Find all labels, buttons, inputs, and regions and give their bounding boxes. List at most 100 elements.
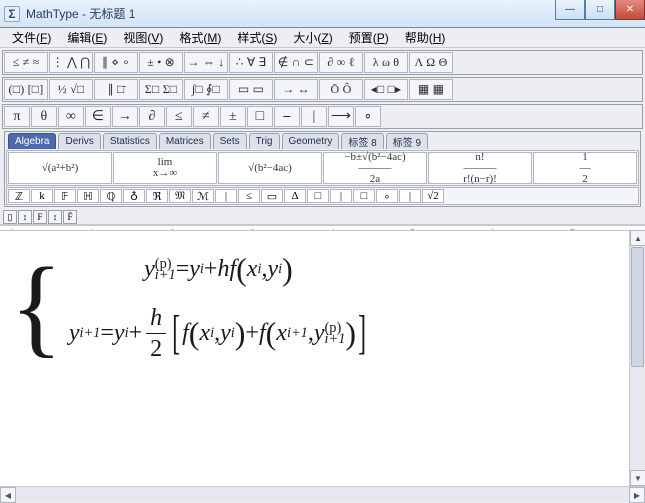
menu-样式[interactable]: 样式(S) <box>229 27 285 48</box>
mini-button[interactable]: ↕ <box>48 210 62 224</box>
small-symbol-button[interactable]: ℤ <box>8 189 30 203</box>
toolbar-button[interactable]: ∥ □̄ <box>94 79 138 100</box>
toolbar-button[interactable]: → ⇔ ↓ <box>184 52 228 73</box>
menu-格式[interactable]: 格式(M) <box>171 27 229 48</box>
close-button[interactable]: ✕ <box>615 0 645 20</box>
toolbar-button[interactable]: ∞ <box>58 106 84 127</box>
small-symbol-button[interactable]: ▭ <box>261 189 283 203</box>
toolbar-button[interactable]: → ↔ <box>274 79 318 100</box>
small-symbol-button[interactable]: ℜ <box>146 189 168 203</box>
small-symbol-button[interactable]: k <box>31 189 53 203</box>
preset-button[interactable]: −b±√(b²−4ac) ——— 2a <box>323 152 427 184</box>
menu-bar: 文件(F)编辑(E)视图(V)格式(M)样式(S)大小(Z)预置(P)帮助(H) <box>0 28 645 48</box>
tab-algebra[interactable]: Algebra <box>8 133 56 149</box>
minimize-button[interactable]: — <box>555 0 585 20</box>
toolbar-button[interactable]: ▭ ▭ <box>229 79 273 100</box>
toolbar-button[interactable]: ∴ ∀ ∃ <box>229 52 273 73</box>
toolbar-button[interactable]: ½ √□ <box>49 79 93 100</box>
small-symbol-button[interactable]: □ <box>307 189 329 203</box>
toolbar-button[interactable]: ≤ ≠ ≈ <box>4 52 48 73</box>
toolbar-button[interactable]: □ <box>247 106 273 127</box>
menu-帮助[interactable]: 帮助(H) <box>397 27 454 48</box>
toolbar-button[interactable]: ≤ <box>166 106 192 127</box>
menu-大小[interactable]: 大小(Z) <box>285 27 340 48</box>
scroll-down-button[interactable]: ▼ <box>630 470 645 486</box>
tab-标签 9[interactable]: 标签 9 <box>386 133 428 149</box>
toolbar-button[interactable]: ⎯ <box>274 106 300 127</box>
mini-toolbar: ▯↕F↕F̄ <box>0 209 645 225</box>
tab-标签 8[interactable]: 标签 8 <box>341 133 383 149</box>
small-symbol-button[interactable]: □ <box>353 189 375 203</box>
tab-sets[interactable]: Sets <box>213 133 247 149</box>
toolbar-button[interactable]: ∉ ∩ ⊂ <box>274 52 318 73</box>
toolbar-button[interactable]: ▦ ▦ <box>409 79 453 100</box>
mini-button[interactable]: ↕ <box>18 210 32 224</box>
toolbar-button[interactable]: ∈ <box>85 106 111 127</box>
menu-文件[interactable]: 文件(F) <box>4 27 59 48</box>
scroll-right-button[interactable]: ▶ <box>629 487 645 503</box>
horizontal-scrollbar[interactable]: ◀ ▶ <box>0 486 645 502</box>
toolbar-button[interactable]: ± • ⊗ <box>139 52 183 73</box>
toolbar-button[interactable]: (□) [□] <box>4 79 48 100</box>
menu-编辑[interactable]: 编辑(E) <box>59 27 115 48</box>
preset-button[interactable]: n! ——— r!(n−r)! <box>428 152 532 184</box>
tab-geometry[interactable]: Geometry <box>282 133 340 149</box>
menu-视图[interactable]: 视图(V) <box>115 27 171 48</box>
preset-button[interactable]: √(b²−4ac) <box>218 152 322 184</box>
equation-line-1[interactable]: y (p) i+1 = yi + h f ( xi , yi ) <box>69 251 368 288</box>
scroll-thumb[interactable] <box>631 247 644 367</box>
toolbar-button[interactable]: Σ□ Σ□ <box>139 79 183 100</box>
small-symbol-button[interactable]: 𝔽 <box>54 189 76 203</box>
tab-derivs[interactable]: Derivs <box>58 133 100 149</box>
toolbar-button[interactable]: → <box>112 106 138 127</box>
scroll-up-button[interactable]: ▲ <box>630 230 645 246</box>
small-symbol-button[interactable]: | <box>215 189 237 203</box>
small-symbol-button[interactable]: ℚ <box>100 189 122 203</box>
toolbar-button[interactable]: ∘ <box>355 106 381 127</box>
toolbar-button[interactable]: ⟶ <box>328 106 354 127</box>
small-symbol-button[interactable]: 𝔐 <box>169 189 191 203</box>
toolbar-button[interactable]: | <box>301 106 327 127</box>
mini-button[interactable]: F̄ <box>63 210 77 224</box>
title-bar: Σ MathType - 无标题 1 — □ ✕ <box>0 0 645 28</box>
toolbar-button[interactable]: θ <box>31 106 57 127</box>
template-toolbar: (□) [□]½ √□∥ □̄Σ□ Σ□∫□ ∮□▭ ▭→ ↔Ō Ô◂□ □▸▦… <box>2 77 643 102</box>
mini-button[interactable]: ▯ <box>3 210 17 224</box>
toolbar-button[interactable]: ∂ ∞ ℓ <box>319 52 363 73</box>
mini-button[interactable]: F <box>33 210 47 224</box>
small-symbol-button[interactable]: ♁ <box>123 189 145 203</box>
preset-button[interactable]: √(a²+b²) <box>8 152 112 184</box>
toolbar-button[interactable]: Ō Ô <box>319 79 363 100</box>
tab-trig[interactable]: Trig <box>249 133 280 149</box>
toolbar-button[interactable]: ∂ <box>139 106 165 127</box>
menu-预置[interactable]: 预置(P) <box>341 27 397 48</box>
vertical-scrollbar[interactable]: ▲ ▼ <box>629 230 645 486</box>
toolbar-button[interactable]: ⋮ ⋀ ⋂ <box>49 52 93 73</box>
toolbar-button[interactable]: ◂□ □▸ <box>364 79 408 100</box>
small-symbol-button[interactable]: | <box>330 189 352 203</box>
toolbar-button[interactable]: π <box>4 106 30 127</box>
small-symbol-button[interactable]: ℍ <box>77 189 99 203</box>
small-symbol-button[interactable]: | <box>399 189 421 203</box>
maximize-button[interactable]: □ <box>585 0 615 20</box>
toolbar-button[interactable]: ∥ ⋄ ∘ <box>94 52 138 73</box>
toolbar-button[interactable]: ± <box>220 106 246 127</box>
toolbar-button[interactable]: ∫□ ∮□ <box>184 79 228 100</box>
toolbar-button[interactable]: Λ Ω Θ <box>409 52 453 73</box>
toolbar-button[interactable]: ≠ <box>193 106 219 127</box>
toolbar-button[interactable]: λ ω θ <box>364 52 408 73</box>
scroll-left-button[interactable]: ◀ <box>0 487 16 503</box>
misc-symbol-row: ℤk𝔽ℍℚ♁ℜ𝔐ℳ|≤▭Δ□|□∘|√2 <box>6 187 639 205</box>
small-symbol-button[interactable]: ∘ <box>376 189 398 203</box>
document-area[interactable]: { y (p) i+1 = yi + h f ( xi , yi ) <box>0 230 629 486</box>
equation[interactable]: { y (p) i+1 = yi + h f ( xi , yi ) <box>0 231 629 381</box>
small-symbol-button[interactable]: ℳ <box>192 189 214 203</box>
preset-button[interactable]: lim x→∞ <box>113 152 217 184</box>
tab-matrices[interactable]: Matrices <box>159 133 211 149</box>
tab-statistics[interactable]: Statistics <box>103 133 157 149</box>
preset-button[interactable]: 1 — 2 <box>533 152 637 184</box>
small-symbol-button[interactable]: Δ <box>284 189 306 203</box>
equation-line-2[interactable]: yi+1 = yi + h 2 [ f ( xi , yi ) + f <box>69 306 368 361</box>
small-symbol-button[interactable]: √2 <box>422 189 444 203</box>
small-symbol-button[interactable]: ≤ <box>238 189 260 203</box>
